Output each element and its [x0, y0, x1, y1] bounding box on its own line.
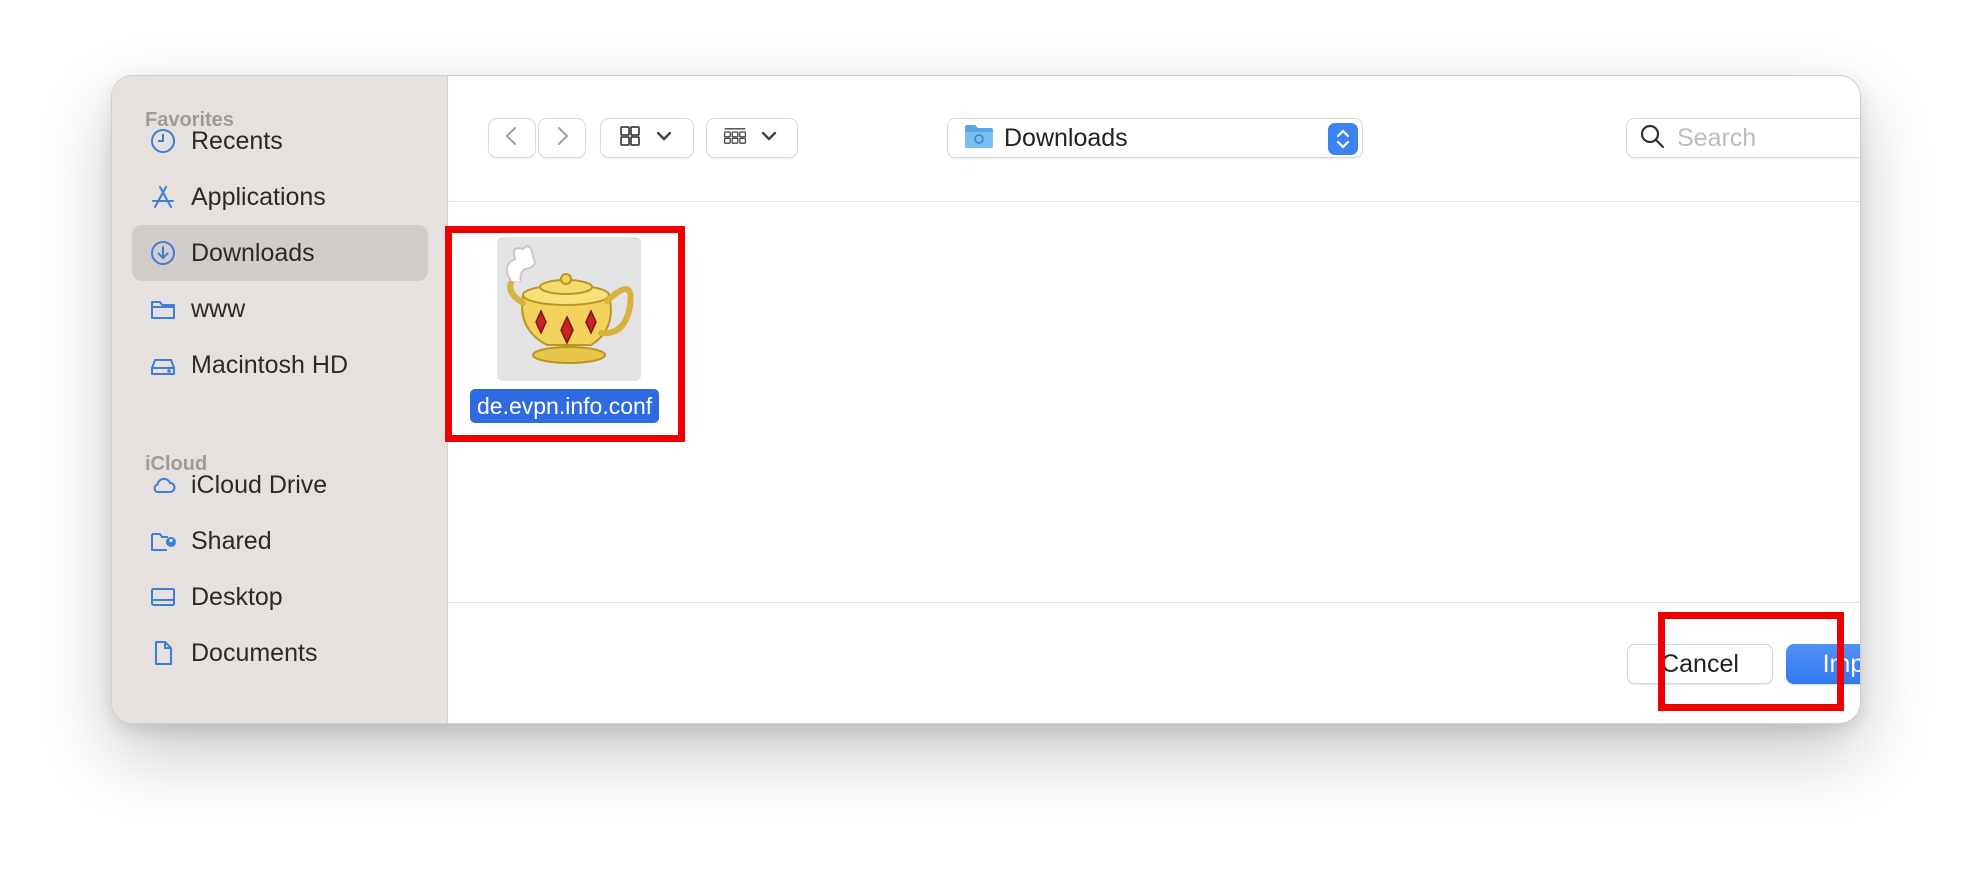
- toolbar: Downloads: [448, 76, 1860, 202]
- sidebar-item-downloads[interactable]: Downloads: [132, 225, 428, 281]
- sidebar-item-label: Applications: [191, 182, 326, 211]
- back-button[interactable]: [488, 118, 536, 158]
- sidebar-item-label: Macintosh HD: [191, 350, 348, 379]
- sidebar-item-label: www: [191, 294, 246, 323]
- sidebar-item-www[interactable]: www: [132, 281, 428, 337]
- group-button[interactable]: [706, 118, 798, 158]
- folder-icon: [148, 294, 178, 324]
- chevron-right-icon: [550, 124, 574, 153]
- sidebar-item-desktop[interactable]: Desktop: [132, 569, 428, 625]
- sidebar-item-label: Documents: [191, 638, 318, 667]
- sidebar-item-label: Shared: [191, 526, 272, 555]
- sidebar-item-macintosh-hd[interactable]: Macintosh HD: [132, 337, 428, 393]
- search-icon: [1639, 123, 1665, 154]
- clock-icon: [148, 126, 178, 156]
- chevron-down-icon: [652, 124, 676, 153]
- sidebar-item-label: Recents: [191, 126, 283, 155]
- downloads-folder-icon: [964, 123, 994, 154]
- location-label: Downloads: [1004, 123, 1128, 152]
- applications-icon: [148, 182, 178, 212]
- sidebar-item-applications[interactable]: Applications: [132, 169, 428, 225]
- cloud-icon: [148, 470, 178, 500]
- desktop-icon: [148, 582, 178, 612]
- file-highlight-box: [445, 226, 685, 442]
- hard-drive-icon: [148, 350, 178, 380]
- open-file-dialog: Favorites Recents Applications Downloads…: [111, 75, 1861, 724]
- sidebar-item-documents[interactable]: Documents: [132, 625, 428, 681]
- footer: Cancel Import: [448, 602, 1860, 723]
- group-grid-icon: [723, 124, 747, 153]
- download-circle-icon: [148, 238, 178, 268]
- icon-grid-icon: [618, 124, 642, 153]
- up-down-chevron-icon: [1328, 123, 1358, 155]
- chevron-left-icon: [500, 124, 524, 153]
- sidebar-item-label: iCloud Drive: [191, 470, 328, 499]
- sidebar-item-icloud-drive[interactable]: iCloud Drive: [132, 457, 428, 513]
- import-highlight-box: [1658, 612, 1844, 711]
- view-mode-button[interactable]: [600, 118, 694, 158]
- chevron-down-icon: [757, 124, 781, 153]
- search-input[interactable]: [1677, 123, 1860, 153]
- sidebar-item-shared[interactable]: Shared: [132, 513, 428, 569]
- sidebar-item-recents[interactable]: Recents: [132, 113, 428, 169]
- shared-folder-icon: [148, 526, 178, 556]
- document-icon: [148, 638, 178, 668]
- search-field[interactable]: [1626, 118, 1860, 158]
- sidebar: Favorites Recents Applications Downloads…: [112, 76, 448, 723]
- sidebar-item-label: Downloads: [191, 238, 315, 267]
- forward-button[interactable]: [538, 118, 586, 158]
- sidebar-item-label: Desktop: [191, 582, 283, 611]
- location-popup[interactable]: Downloads: [947, 118, 1363, 158]
